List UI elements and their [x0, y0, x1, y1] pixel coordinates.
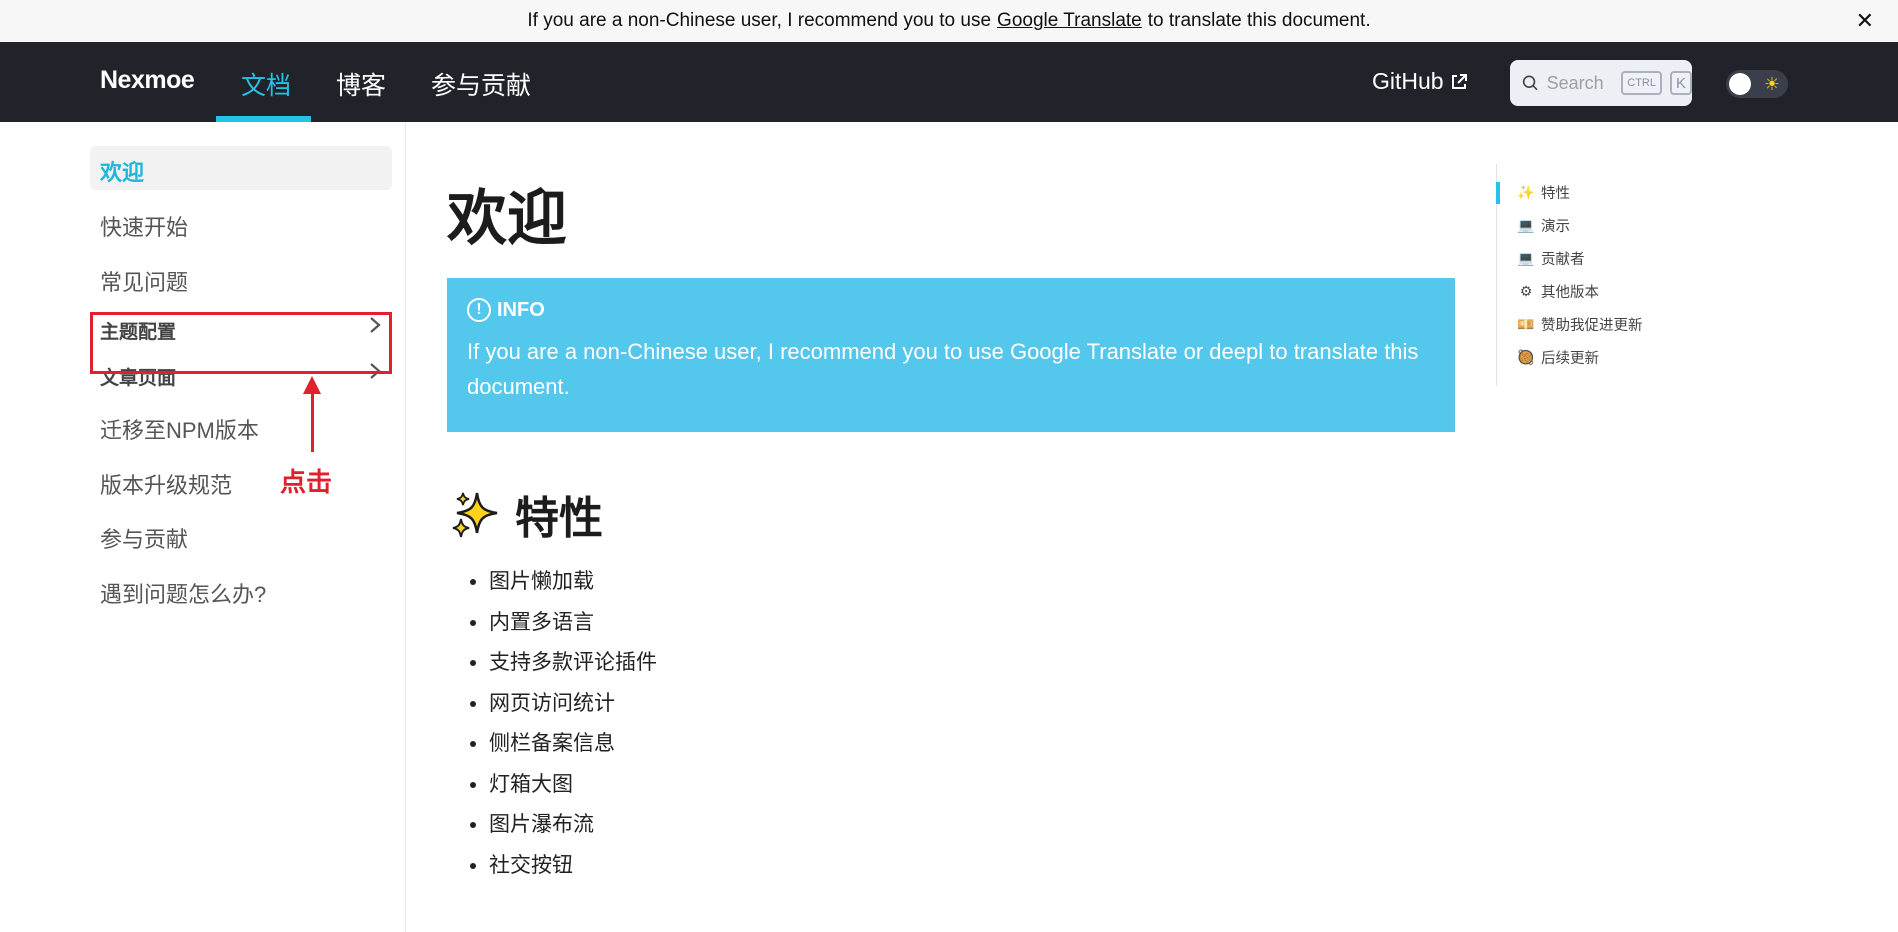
kbd-ctrl: CTRL	[1621, 71, 1662, 95]
search-placeholder: Search	[1546, 72, 1604, 93]
annotation-highlight-box	[90, 312, 392, 374]
list-item: 支持多款评论插件	[489, 643, 657, 684]
list-item: 网页访问统计	[489, 684, 657, 725]
toc-active-indicator	[1496, 182, 1500, 204]
top-navbar: Nexmoe 文档 博客 参与贡献 GitHub Search CTRL K ☀	[0, 42, 1898, 122]
toc-item-contributors[interactable]: 💻 贡献者	[1517, 248, 1585, 269]
toc-item-roadmap[interactable]: 🥘 后续更新	[1517, 347, 1599, 368]
nav-docs[interactable]: 文档	[241, 66, 291, 102]
toc-item-label: 特性	[1541, 186, 1570, 202]
search-icon	[1522, 75, 1538, 91]
search-button[interactable]: Search CTRL K	[1510, 60, 1692, 106]
gear-icon: ⚙	[1519, 283, 1533, 299]
github-link[interactable]: GitHub	[1372, 68, 1468, 95]
kbd-k: K	[1669, 71, 1692, 95]
toc-item-demo[interactable]: 💻 演示	[1517, 215, 1570, 236]
docs-sidebar: 欢迎 快速开始 常见问题 主题配置 文章页面 迁移至NPM版本 版本升级规范 参…	[0, 122, 406, 932]
close-icon[interactable]: ✕	[1856, 8, 1874, 34]
toc-item-label: 后续更新	[1541, 351, 1599, 367]
toc-item-label: 赞助我促进更新	[1541, 318, 1643, 334]
toc-item-sponsor[interactable]: 💴 赞助我促进更新	[1517, 314, 1643, 335]
toc-item-features[interactable]: ✨ 特性	[1517, 182, 1570, 203]
sidebar-item-upgrade-spec[interactable]: 版本升级规范	[100, 468, 232, 500]
sidebar-item-faq[interactable]: 常见问题	[100, 265, 188, 297]
toggle-knob	[1729, 73, 1751, 95]
list-item: 内置多语言	[489, 603, 657, 644]
sidebar-item-quick-start[interactable]: 快速开始	[100, 210, 188, 242]
sidebar-item-help[interactable]: 遇到问题怎么办?	[100, 577, 266, 609]
sidebar-item-welcome[interactable]: 欢迎	[90, 146, 392, 190]
github-label: GitHub	[1372, 68, 1444, 94]
list-item: 灯箱大图	[489, 765, 657, 806]
external-link-icon	[1451, 73, 1467, 89]
nav-contribute[interactable]: 参与贡献	[431, 66, 531, 102]
laptop-icon: 💻	[1517, 217, 1535, 233]
info-icon: !	[467, 298, 491, 322]
section-title-features: 特性	[451, 482, 603, 546]
site-logo[interactable]: Nexmoe	[100, 66, 195, 95]
banner-text-after: to translate this document.	[1147, 10, 1371, 31]
toc-item-other-versions[interactable]: ⚙ 其他版本	[1517, 281, 1599, 302]
toc-item-label: 其他版本	[1541, 285, 1599, 301]
annotation-click-label: 点击	[280, 467, 333, 497]
nav-blog[interactable]: 博客	[336, 66, 386, 102]
info-admonition: ! INFO If you are a non-Chinese user, I …	[447, 278, 1455, 432]
admonition-text: If you are a non-Chinese user, I recomme…	[467, 339, 1419, 399]
laptop-icon: 💻	[1517, 250, 1535, 266]
sidebar-item-migrate-npm[interactable]: 迁移至NPM版本	[100, 413, 259, 445]
list-item: 图片懒加载	[489, 562, 657, 603]
toc-item-label: 贡献者	[1541, 252, 1585, 268]
sun-icon: ☀	[1763, 74, 1780, 94]
sparkles-icon	[452, 492, 498, 538]
google-translate-link[interactable]: Google Translate	[997, 10, 1142, 32]
sparkles-icon: ✨	[1517, 184, 1535, 200]
food-icon: 🥘	[1517, 349, 1535, 365]
translate-banner: If you are a non-Chinese user, I recomme…	[0, 0, 1898, 42]
list-item: 图片瀑布流	[489, 805, 657, 846]
features-list: 图片懒加载 内置多语言 支持多款评论插件 网页访问统计 侧栏备案信息 灯箱大图 …	[489, 562, 657, 886]
admonition-header: ! INFO	[467, 298, 1435, 322]
sidebar-item-contribute[interactable]: 参与贡献	[100, 522, 188, 554]
banner-text-before: If you are a non-Chinese user, I recomme…	[527, 10, 992, 31]
theme-toggle[interactable]: ☀	[1726, 70, 1788, 98]
list-item: 社交按钮	[489, 846, 657, 887]
annotation-arrow-line	[311, 390, 314, 452]
admonition-label: INFO	[497, 298, 545, 321]
page-title: 欢迎	[447, 185, 567, 252]
section-title-text: 特性	[515, 494, 603, 543]
list-item: 侧栏备案信息	[489, 724, 657, 765]
money-icon: 💴	[1517, 316, 1535, 332]
toc-item-label: 演示	[1541, 219, 1570, 235]
table-of-contents: ✨ 特性 💻 演示 💻 贡献者 ⚙ 其他版本 💴 赞助我促进更新 🥘 后续更新	[1496, 164, 1716, 386]
